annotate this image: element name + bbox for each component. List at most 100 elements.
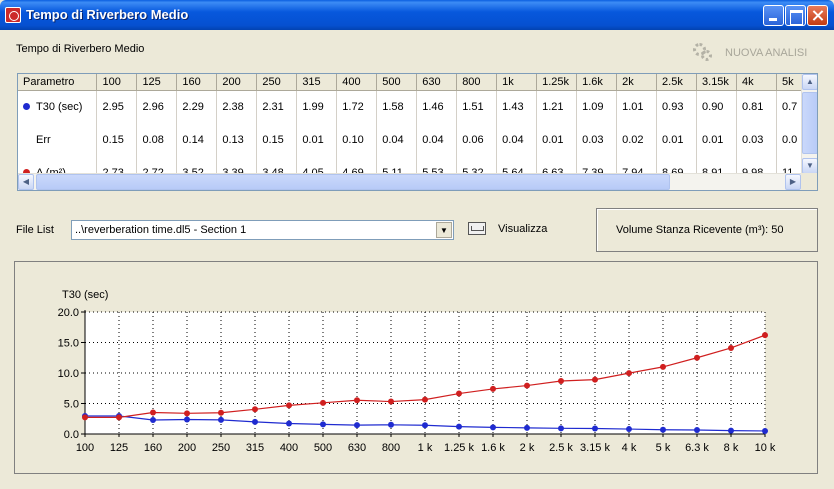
data-point [388, 398, 394, 405]
file-list-label: File List [16, 224, 54, 236]
data-point [694, 427, 700, 434]
x-tick-label: 630 [348, 442, 366, 454]
x-tick-label: 8 k [724, 442, 739, 454]
data-point [218, 409, 224, 416]
data-point [762, 332, 768, 339]
data-point [252, 406, 258, 413]
app-icon [5, 7, 21, 23]
column-header[interactable]: 3.15k [696, 74, 737, 91]
column-header[interactable]: 1.6k [576, 74, 618, 91]
column-header[interactable]: 125 [136, 74, 178, 91]
horizontal-scroll-thumb[interactable] [36, 174, 670, 190]
combo-dropdown-button[interactable]: ▼ [436, 222, 452, 238]
file-list-value: ..\reverberation time.dl5 - Section 1 [75, 224, 247, 236]
table-cell: 0.04 [376, 123, 418, 156]
table-cell: 0.01 [696, 123, 737, 156]
x-tick-label: 160 [144, 442, 162, 454]
data-point [592, 425, 598, 432]
visualizza-button[interactable]: Visualizza [468, 222, 547, 235]
column-header[interactable]: 2.5k [656, 74, 698, 91]
table-cell: 2.96 [136, 90, 178, 123]
data-point [116, 414, 122, 421]
data-point [694, 354, 700, 361]
table-cell: 2.29 [176, 90, 218, 123]
table-cell: 0.04 [416, 123, 458, 156]
column-header[interactable]: 800 [456, 74, 498, 91]
table-cell: 1.99 [296, 90, 338, 123]
y-axis-label: T30 (sec) [62, 289, 108, 301]
parameter-grid: Parametro 100 125 160 200 250 315 400 500 630 800 1… [17, 73, 818, 191]
scroll-down-button[interactable]: ▼ [802, 158, 817, 174]
vertical-scrollbar[interactable]: ▲ ▼ [801, 74, 817, 174]
table-cell: 1.09 [576, 90, 618, 123]
table-cell: 2.95 [96, 90, 138, 123]
scroll-left-button[interactable]: ◀ [18, 174, 34, 190]
data-point [558, 377, 564, 384]
table-cell: 1.51 [456, 90, 498, 123]
data-point [524, 424, 530, 431]
data-point [252, 418, 258, 425]
column-header[interactable]: 500 [376, 74, 418, 91]
data-point [762, 427, 768, 434]
table-cell: 0.81 [736, 90, 777, 123]
x-tick-label: 1.6 k [481, 442, 505, 454]
x-tick-label: 800 [382, 442, 400, 454]
x-tick-label: 315 [246, 442, 264, 454]
vertical-scroll-thumb[interactable] [802, 92, 817, 154]
scroll-right-button[interactable]: ▶ [785, 174, 801, 190]
data-point [150, 417, 156, 424]
series-marker-icon [23, 102, 30, 110]
table-header-row: Parametro 100 125 160 200 250 315 400 500 630 800 1… [18, 74, 817, 91]
data-point [490, 424, 496, 431]
visualizza-label: Visualizza [498, 222, 548, 235]
column-header[interactable]: Parametro [18, 74, 98, 91]
table-cell: 0.04 [496, 123, 538, 156]
parameter-table: Parametro 100 125 160 200 250 315 400 500 630 800 1… [18, 74, 817, 189]
x-tick-label: 125 [110, 442, 128, 454]
data-point [558, 425, 564, 432]
data-point [728, 344, 734, 351]
data-point [592, 376, 598, 383]
column-header[interactable]: 160 [176, 74, 218, 91]
x-tick-label: 3.15 k [580, 442, 610, 454]
table-cell: 0.14 [176, 123, 218, 156]
column-header[interactable]: 315 [296, 74, 338, 91]
data-point [388, 421, 394, 428]
y-tick-label: 10.0 [58, 368, 79, 380]
data-point [184, 416, 190, 423]
x-tick-label: 1.25 k [444, 442, 474, 454]
table-cell: 0.10 [336, 123, 378, 156]
y-tick-label: 20.0 [58, 307, 79, 319]
column-header[interactable]: 630 [416, 74, 458, 91]
volume-box: Volume Stanza Ricevente (m³): 50 [596, 208, 818, 252]
scroll-corner [801, 173, 817, 190]
new-analysis-button[interactable]: NUOVA ANALISI [693, 42, 807, 64]
x-tick-label: 10 k [755, 442, 776, 454]
table-cell: 0.90 [696, 90, 737, 123]
minimize-button[interactable] [763, 5, 784, 26]
table-cell: 0.93 [656, 90, 698, 123]
table-row[interactable]: Err 0.15 0.08 0.14 0.13 0.15 0.01 0.10 0.04 0.04 0… [18, 123, 817, 156]
column-header[interactable]: 400 [336, 74, 378, 91]
data-point [456, 390, 462, 397]
column-header[interactable]: 2k [616, 74, 658, 91]
column-header[interactable]: 1.25k [536, 74, 578, 91]
data-point [150, 409, 156, 416]
column-header[interactable]: 4k [736, 74, 777, 91]
column-header[interactable]: 250 [256, 74, 298, 91]
column-header[interactable]: 1k [496, 74, 538, 91]
volume-label: Volume Stanza Ricevente (m³): 50 [616, 224, 784, 236]
horizontal-scrollbar[interactable]: ◀ ▶ [18, 173, 801, 190]
column-header[interactable]: 200 [216, 74, 258, 91]
maximize-button[interactable] [785, 5, 806, 26]
file-list-combo[interactable]: ..\reverberation time.dl5 - Section 1 ▼ [71, 220, 454, 240]
table-cell: 2.38 [216, 90, 258, 123]
table-cell: 0.15 [96, 123, 138, 156]
table-cell: 0.13 [216, 123, 258, 156]
close-button[interactable] [807, 5, 828, 26]
table-row[interactable]: T30 (sec) 2.95 2.96 2.29 2.38 2.31 1.99 1.72 1.5… [18, 90, 817, 123]
y-tick-label: 0.0 [64, 429, 79, 441]
column-header[interactable]: 100 [96, 74, 138, 91]
scroll-up-button[interactable]: ▲ [802, 74, 817, 90]
table-cell: 0.03 [576, 123, 618, 156]
